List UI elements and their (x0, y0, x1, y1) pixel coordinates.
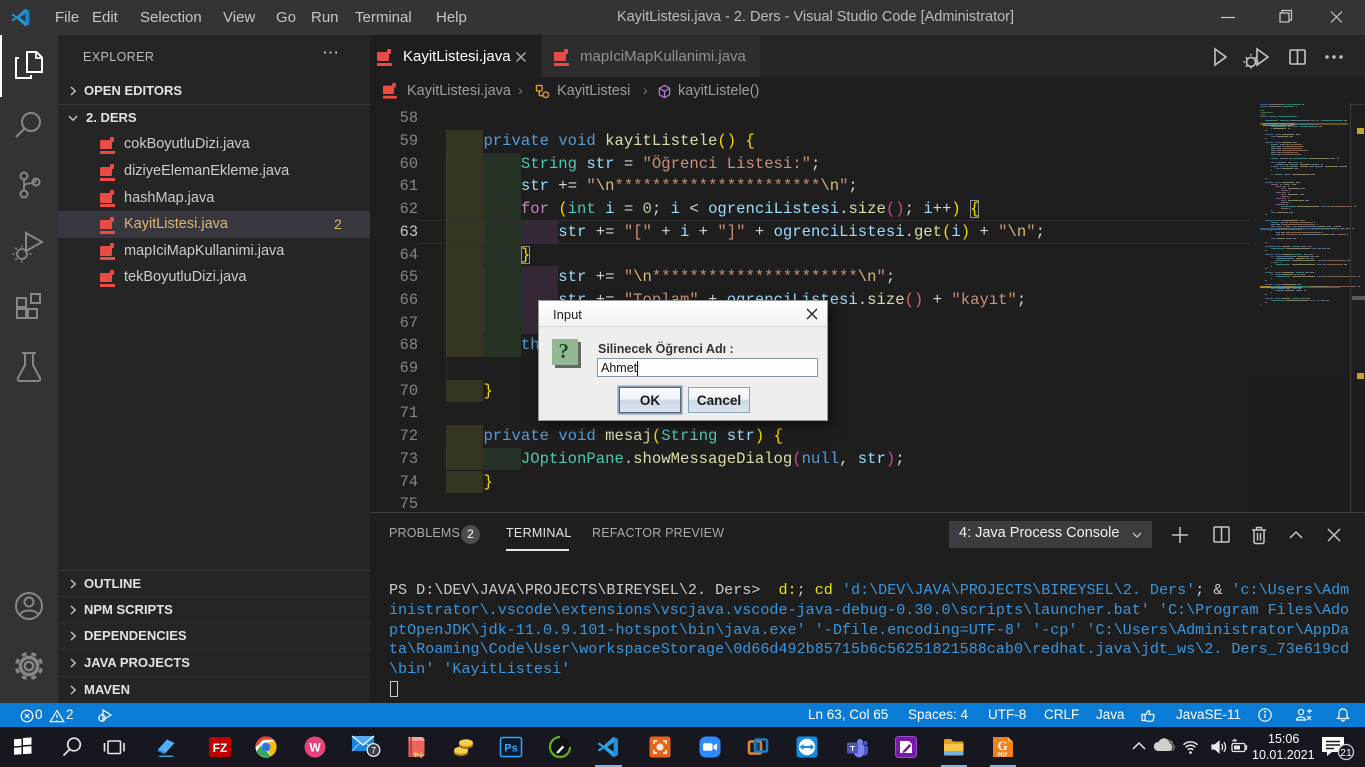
svg-text:G: G (997, 738, 1007, 753)
svg-text:T: T (850, 744, 855, 753)
svg-text:PDF: PDF (998, 753, 1008, 759)
svg-text:FZ: FZ (213, 741, 228, 755)
svg-text:Ps: Ps (504, 743, 517, 755)
svg-text:7: 7 (371, 746, 376, 757)
svg-text:W: W (309, 741, 321, 755)
svg-text:21: 21 (1340, 747, 1352, 759)
svg-text:+: + (418, 750, 424, 759)
